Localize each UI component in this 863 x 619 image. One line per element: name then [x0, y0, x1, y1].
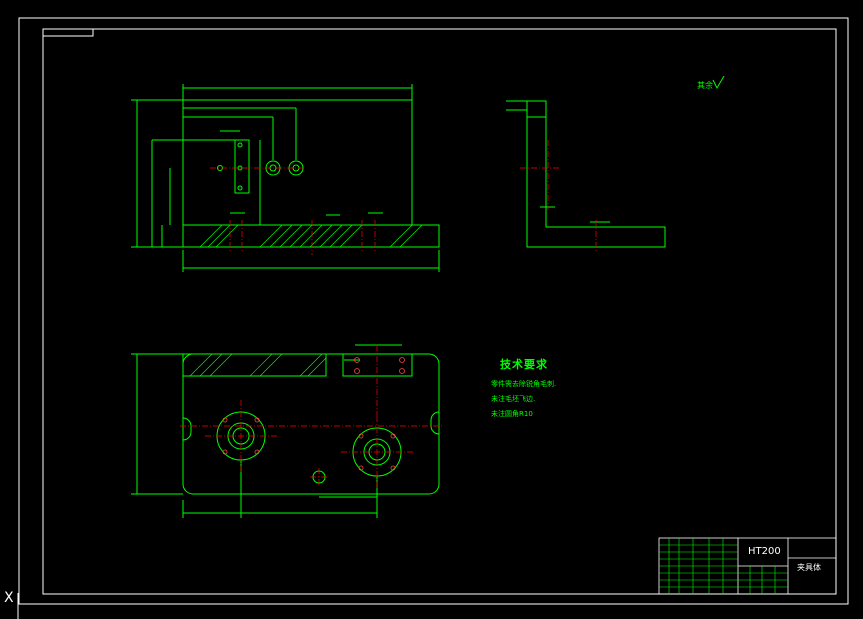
cad-drawing-canvas[interactable] — [0, 0, 863, 619]
side-view-centerlines — [520, 140, 597, 252]
side-view — [506, 100, 666, 248]
drawing-frame — [18, 17, 849, 605]
technical-requirement-line: 零件需去除锐角毛刺. — [491, 380, 557, 388]
title-block-part-name: 夹具体 — [797, 563, 821, 572]
roughness-note: 其余 — [697, 81, 713, 90]
title-block-material: HT200 — [748, 546, 781, 557]
ucs-axis-label: X — [4, 590, 14, 606]
top-view — [131, 344, 440, 518]
front-view-hatch — [199, 224, 423, 248]
technical-requirement-line: 未注毛坯飞边. — [491, 395, 536, 403]
top-view-hatch — [189, 353, 327, 377]
technical-requirements-title: 技术要求 — [500, 358, 548, 371]
roughness-symbol — [712, 75, 725, 90]
technical-requirement-line: 未注圆角R10 — [491, 410, 533, 418]
